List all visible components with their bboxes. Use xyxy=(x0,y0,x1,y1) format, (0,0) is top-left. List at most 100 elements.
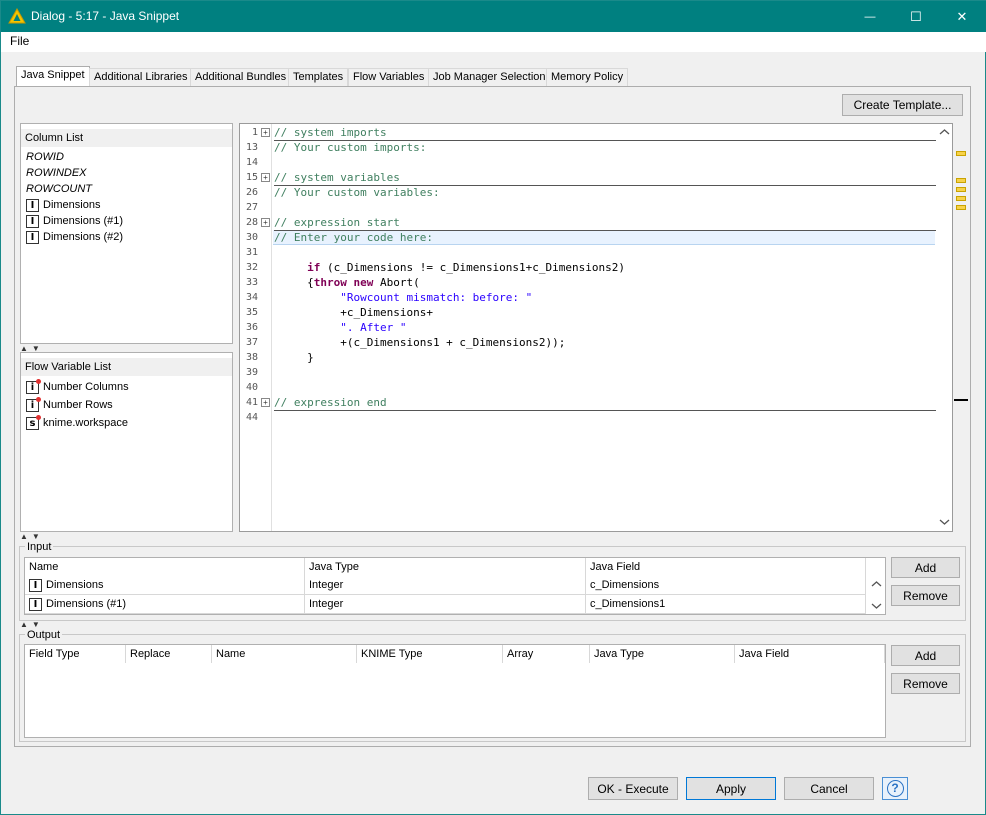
input-column-header[interactable]: Java Type xyxy=(305,558,586,576)
code-line[interactable]: } xyxy=(274,350,936,365)
tab-additional-bundles[interactable]: Additional Bundles xyxy=(190,68,292,86)
fold-toggle-icon[interactable]: + xyxy=(261,173,270,182)
fold-toggle-icon[interactable]: + xyxy=(261,128,270,137)
code-line[interactable]: // Enter your code here: xyxy=(274,230,936,245)
flow-variable-list-panel: Flow Variable List i Number Columns i Nu… xyxy=(20,352,233,532)
tab-additional-libraries[interactable]: Additional Libraries xyxy=(89,68,193,86)
code-line[interactable]: // Your custom variables: xyxy=(274,185,936,200)
table-cell[interactable]: c_Dimensions1 xyxy=(586,595,866,614)
menu-file[interactable]: File xyxy=(10,34,29,48)
output-column-header[interactable]: Java Type xyxy=(590,645,735,663)
fold-toggle-icon[interactable]: + xyxy=(261,218,270,227)
list-item-rowid[interactable]: ROWID xyxy=(21,149,232,165)
output-add-button[interactable]: Add xyxy=(891,645,960,666)
code-line[interactable]: // system imports xyxy=(274,125,936,140)
table-cell[interactable]: I Dimensions xyxy=(25,576,305,595)
code-line[interactable]: +c_Dimensions+ xyxy=(274,305,936,320)
annotation-ruler[interactable] xyxy=(954,123,970,532)
dialog-window: Dialog - 5:17 - Java Snippet — ☐ ✕ File … xyxy=(0,0,986,815)
tab-memory-policy[interactable]: Memory Policy xyxy=(546,68,629,86)
code-line[interactable]: // Your custom imports: xyxy=(274,140,936,155)
flow-variable-list-header: Flow Variable List xyxy=(21,358,232,376)
input-remove-button[interactable]: Remove xyxy=(891,585,960,606)
list-item-rowcount[interactable]: ROWCOUNT xyxy=(21,181,232,197)
list-item-flow-variable[interactable]: i Number Columns xyxy=(21,378,232,396)
list-item-column[interactable]: I Dimensions (#1) xyxy=(21,213,232,229)
annotation-marker[interactable] xyxy=(956,178,966,183)
editor-vertical-scrollbar[interactable] xyxy=(937,124,952,531)
create-template-button[interactable]: Create Template... xyxy=(842,94,963,116)
input-table-scrollbar[interactable] xyxy=(868,576,885,614)
output-column-header[interactable]: KNIME Type xyxy=(357,645,503,663)
code-line[interactable] xyxy=(274,410,936,425)
table-cell[interactable]: I Dimensions (#1) xyxy=(25,595,305,614)
annotation-marker[interactable] xyxy=(956,205,966,210)
title-bar[interactable]: Dialog - 5:17 - Java Snippet — ☐ ✕ xyxy=(1,1,986,32)
code-string: "Rowcount mismatch: before: " xyxy=(340,291,533,304)
tab-templates[interactable]: Templates xyxy=(288,68,349,86)
help-button[interactable]: ? xyxy=(882,777,908,800)
input-column-header[interactable]: Name xyxy=(25,558,305,576)
input-add-button[interactable]: Add xyxy=(891,557,960,578)
output-column-header[interactable]: Array xyxy=(503,645,590,663)
output-column-header[interactable]: Name xyxy=(212,645,357,663)
code-line[interactable]: if (c_Dimensions != c_Dimensions1+c_Dime… xyxy=(274,260,936,275)
line-number: 32 xyxy=(245,262,258,273)
close-button[interactable]: ✕ xyxy=(939,1,985,32)
output-column-header[interactable]: Replace xyxy=(126,645,212,663)
table-cell[interactable]: Integer xyxy=(305,576,586,595)
list-item-flow-variable[interactable]: i Number Rows xyxy=(21,396,232,414)
splitter-handle-icon[interactable]: ▲▼ xyxy=(20,620,44,629)
code-line[interactable]: // expression end xyxy=(274,395,936,410)
maximize-button[interactable]: ☐ xyxy=(893,1,939,32)
scroll-down-icon[interactable] xyxy=(939,518,950,526)
table-cell[interactable]: Integer xyxy=(305,595,586,614)
output-column-header[interactable]: Field Type xyxy=(25,645,126,663)
tab-java-snippet[interactable]: Java Snippet xyxy=(16,66,90,87)
fold-toggle-icon[interactable]: + xyxy=(261,398,270,407)
ok-execute-button[interactable]: OK - Execute xyxy=(588,777,678,800)
output-remove-button[interactable]: Remove xyxy=(891,673,960,694)
code-line[interactable]: ". After " xyxy=(274,320,936,335)
cancel-button[interactable]: Cancel xyxy=(784,777,874,800)
code-line[interactable] xyxy=(274,200,936,215)
code-line[interactable] xyxy=(274,365,936,380)
tab-job-manager-selection[interactable]: Job Manager Selection xyxy=(428,68,551,86)
list-item-column[interactable]: I Dimensions (#2) xyxy=(21,229,232,245)
annotation-marker[interactable] xyxy=(956,151,966,156)
apply-button[interactable]: Apply xyxy=(686,777,776,800)
code-line[interactable]: "Rowcount mismatch: before: " xyxy=(274,290,936,305)
code-editor[interactable]: 1 +13 14 15 +26 27 28 +30 31 32 33 34 35 36 37 38 39 40 41… xyxy=(239,123,953,532)
code-line[interactable] xyxy=(274,245,936,260)
code-string: ". After " xyxy=(340,321,407,334)
code-line[interactable]: // expression start xyxy=(274,215,936,230)
close-icon: ✕ xyxy=(956,8,968,24)
flow-variable-name: Number Rows xyxy=(43,399,113,411)
annotation-marker[interactable] xyxy=(956,187,966,192)
tab-flow-variables[interactable]: Flow Variables xyxy=(348,68,430,86)
minimize-button[interactable]: — xyxy=(847,1,893,32)
splitter-handle-icon[interactable]: ▲▼ xyxy=(20,532,44,541)
scroll-down-icon[interactable] xyxy=(871,602,882,610)
code-keyword: throw xyxy=(313,276,347,289)
input-column-header[interactable]: Java Field xyxy=(586,558,866,576)
list-item-rowindex[interactable]: ROWINDEX xyxy=(21,165,232,181)
code-line[interactable]: +(c_Dimensions1 + c_Dimensions2)); xyxy=(274,335,936,350)
list-item-column[interactable]: I Dimensions xyxy=(21,197,232,213)
output-group-label: Output xyxy=(25,629,63,641)
string-variable-icon: s xyxy=(26,414,41,430)
code-line[interactable] xyxy=(274,155,936,170)
code-line[interactable]: // system variables xyxy=(274,170,936,185)
table-cell[interactable]: c_Dimensions xyxy=(586,576,866,595)
scroll-up-icon[interactable] xyxy=(939,128,950,136)
scroll-up-icon[interactable] xyxy=(871,580,882,588)
code-line[interactable]: {throw new Abort( xyxy=(274,275,936,290)
annotation-marker[interactable] xyxy=(956,196,966,201)
list-item-flow-variable[interactable]: s knime.workspace xyxy=(21,414,232,432)
output-column-header[interactable]: Java Field xyxy=(735,645,885,663)
line-number: 33 xyxy=(245,277,258,288)
code-line[interactable] xyxy=(274,380,936,395)
